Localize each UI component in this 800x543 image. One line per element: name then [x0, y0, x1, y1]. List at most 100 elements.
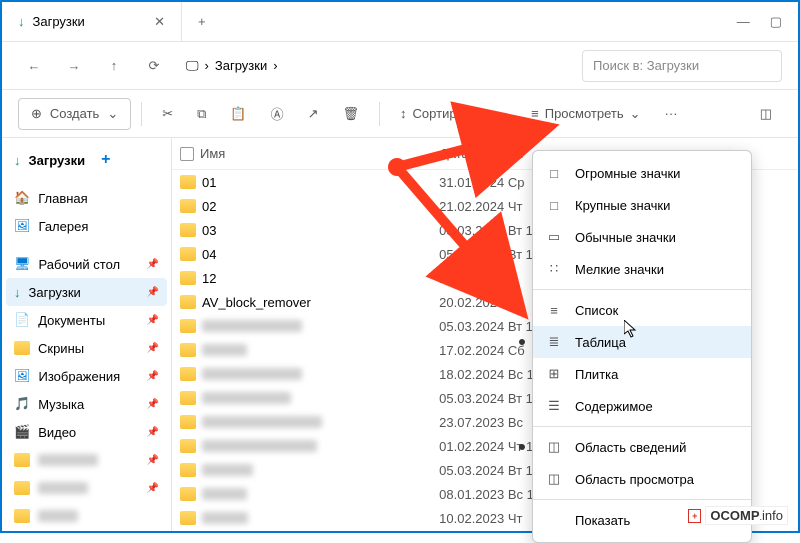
pin-icon: 📌	[147, 483, 159, 494]
tab-title: Загрузки	[33, 14, 85, 29]
separator	[141, 102, 142, 126]
pin-icon: 📌	[147, 315, 159, 326]
sidebar-item-downloads-pinned[interactable]: ↓Загрузки📌	[6, 278, 167, 306]
back-button[interactable]: ←	[18, 50, 50, 82]
chevron-right-icon: ›	[205, 58, 209, 73]
up-button[interactable]: ↑	[98, 50, 130, 82]
sidebar-item-blurred[interactable]	[6, 502, 167, 530]
file-name-blurred	[202, 464, 253, 476]
desktop-icon: 🖥	[14, 256, 31, 272]
tab-downloads[interactable]: ↓ Загрузки ✕	[2, 2, 182, 41]
sidebar-item-gallery[interactable]: 🖼Галерея	[6, 212, 167, 240]
file-name-blurred	[202, 320, 302, 332]
view-menu-item[interactable]: ◫Область сведений	[533, 431, 751, 463]
gallery-icon: 🖼	[14, 218, 31, 234]
maximize-icon[interactable]: ▢	[770, 14, 782, 30]
view-menu-item[interactable]: ≣Таблица	[533, 326, 751, 358]
minimize-icon[interactable]: —	[737, 14, 750, 30]
breadcrumb-current[interactable]: Загрузки	[215, 58, 267, 73]
sidebar-item-screens[interactable]: Скрины📌	[6, 334, 167, 362]
sidebar-item-documents[interactable]: 📄Документы📌	[6, 306, 167, 334]
share-button[interactable]: ↗	[298, 98, 329, 130]
menu-item-label: Область просмотра	[575, 472, 694, 487]
delete-button[interactable]: 🗑	[333, 98, 370, 130]
file-name-blurred	[202, 440, 317, 452]
rename-icon: Ⓐ	[271, 104, 284, 123]
forward-button[interactable]: →	[58, 50, 90, 82]
sidebar-item-downloads[interactable]: ↓ Загрузки +	[6, 146, 167, 174]
close-icon[interactable]: ✕	[154, 14, 165, 30]
pin-icon: 📌	[147, 287, 159, 298]
folder-icon	[180, 223, 196, 237]
menu-item-icon: ≡	[545, 303, 563, 318]
view-menu-item[interactable]: □Огромные значки	[533, 157, 751, 189]
new-tab-button[interactable]: +	[182, 14, 222, 29]
sidebar-item-desktop[interactable]: 🖥Рабочий стол📌	[6, 250, 167, 278]
rename-button[interactable]: Ⓐ	[261, 98, 294, 130]
sidebar-item-blurred[interactable]: 📌	[6, 446, 167, 474]
sidebar-item-video[interactable]: 🎬Видео📌	[6, 418, 167, 446]
view-button[interactable]: ≡ Просмотреть ⌄	[521, 98, 650, 130]
folder-icon	[180, 391, 196, 405]
home-icon: 🏠	[14, 190, 30, 206]
navbar: ← → ↑ ⟳ 🖵 › Загрузки › Поиск в: Загрузки	[2, 42, 798, 90]
search-input[interactable]: Поиск в: Загрузки	[582, 50, 782, 82]
file-name-blurred	[202, 392, 291, 404]
view-menu-item[interactable]: ⊞Плитка	[533, 358, 751, 390]
copy-button[interactable]: ⧉	[187, 98, 216, 130]
music-icon: 🎵	[14, 396, 30, 412]
file-name: 01	[202, 175, 216, 190]
sidebar-item-home[interactable]: 🏠Главная	[6, 184, 167, 212]
folder-icon	[180, 175, 196, 189]
delete-icon: 🗑	[343, 106, 360, 122]
pin-icon: 📌	[147, 259, 159, 270]
bullet-icon	[519, 444, 525, 450]
pin-icon: 📌	[147, 455, 159, 466]
cut-button[interactable]: ✂	[152, 98, 183, 130]
file-name-blurred	[202, 488, 247, 500]
documents-icon: 📄	[14, 312, 30, 328]
menu-item-label: Область сведений	[575, 440, 686, 455]
folder-icon	[14, 453, 30, 467]
menu-separator	[533, 426, 751, 427]
sidebar: ↓ Загрузки + 🏠Главная 🖼Галерея 🖥Рабочий …	[2, 138, 172, 531]
file-name-blurred	[202, 344, 247, 356]
menu-item-label: Содержимое	[575, 399, 653, 414]
paste-button[interactable]: 📋	[220, 98, 256, 130]
refresh-button[interactable]: ⟳	[138, 50, 170, 82]
plus-circle-icon: ⊕	[31, 106, 42, 122]
folder-icon	[180, 343, 196, 357]
view-menu-item[interactable]: ◫Область просмотра	[533, 463, 751, 495]
view-menu-item[interactable]: □Крупные значки	[533, 189, 751, 221]
plus-icon[interactable]: +	[101, 151, 110, 169]
video-icon: 🎬	[14, 424, 30, 440]
checkbox[interactable]	[180, 147, 194, 161]
view-menu-item[interactable]: ∷Мелкие значки	[533, 253, 751, 285]
menu-item-icon: ⊞	[545, 366, 563, 382]
breadcrumb[interactable]: 🖵 › Загрузки ›	[178, 58, 574, 74]
sidebar-item-images[interactable]: 🖼Изображения📌	[6, 362, 167, 390]
more-button[interactable]: ···	[655, 98, 688, 130]
view-menu-item[interactable]: ≡ Список	[533, 294, 751, 326]
sidebar-item-music[interactable]: 🎵Музыка📌	[6, 390, 167, 418]
menu-item-label: Мелкие значки	[575, 262, 664, 277]
create-button[interactable]: ⊕ Создать ⌄	[18, 98, 131, 130]
menu-item-icon: □	[545, 166, 563, 181]
folder-icon	[180, 415, 196, 429]
view-menu-item[interactable]: ☰Содержимое	[533, 390, 751, 422]
menu-item-label: Таблица	[575, 335, 626, 350]
monitor-icon: 🖵	[186, 58, 199, 74]
download-icon: ↓	[18, 14, 25, 29]
sort-button[interactable]: ↕ Сортировать ⌄	[390, 98, 517, 130]
titlebar: ↓ Загрузки ✕ + — ▢	[2, 2, 798, 42]
details-pane-button[interactable]: ◫	[750, 98, 782, 130]
menu-separator	[533, 289, 751, 290]
view-menu-item[interactable]: ▭Обычные значки	[533, 221, 751, 253]
bullet-icon	[519, 339, 525, 345]
toolbar: ⊕ Создать ⌄ ✂ ⧉ 📋 Ⓐ ↗ 🗑 ↕ Сортировать ⌄ …	[2, 90, 798, 138]
folder-icon	[180, 319, 196, 333]
sidebar-item-blurred[interactable]: 📌	[6, 474, 167, 502]
sort-icon: ↕	[400, 106, 407, 121]
folder-icon	[180, 511, 196, 525]
menu-item-label: Список	[575, 303, 618, 318]
